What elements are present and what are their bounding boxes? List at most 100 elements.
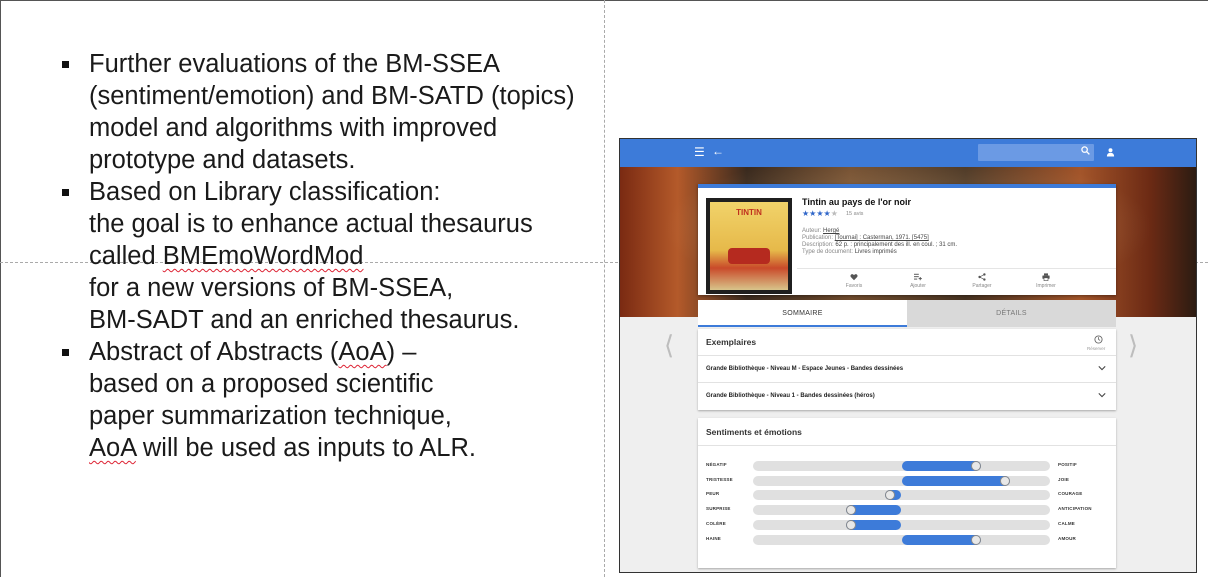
sentiment-left-label: NÉGATIF — [706, 462, 727, 467]
sentiment-left-label: HAINE — [706, 536, 722, 541]
panel-divider — [698, 445, 1116, 446]
bullet-line: called BMEmoWordMod — [89, 240, 660, 272]
playlist-add-icon — [914, 273, 922, 281]
bullet-line: Further evaluations of the BM-SSEA — [89, 48, 660, 80]
bullet-text: Further evaluations of the BM-SSEA — [89, 50, 501, 78]
cover-jeep — [728, 248, 770, 264]
bullet-text: paper summarization technique, — [89, 402, 452, 430]
sentiment-slider[interactable] — [753, 505, 1050, 515]
book-title[interactable]: Tintin au pays de l'or noir — [802, 197, 911, 207]
book-publication: Publication: [Tournai] : Casterman, 1971… — [802, 235, 929, 241]
smiley-icon[interactable] — [970, 461, 981, 471]
sentiment-right-label: AMOUR — [1058, 536, 1076, 541]
bullet-line: Abstract of Abstracts (AoA) – — [89, 336, 660, 368]
smiley-icon[interactable] — [884, 490, 895, 500]
star-icon: ★ — [823, 209, 831, 218]
smiley-icon[interactable] — [846, 505, 856, 515]
sentiment-slider[interactable] — [753, 461, 1050, 471]
chevron-down-icon[interactable] — [1098, 392, 1106, 398]
reserve-label[interactable]: Réserver — [1087, 346, 1105, 351]
sentiments-title: Sentiments et émotions — [706, 427, 802, 437]
sentiment-row: HAINE AMOUR — [698, 534, 1116, 546]
app-screenshot: ☰ ← TINTIN Tintin au pays de l'or noir ★… — [619, 138, 1197, 573]
star-icon: ★ — [816, 209, 824, 218]
book-card: TINTIN Tintin au pays de l'or noir ★★★★★… — [698, 184, 1116, 295]
cover-title: TINTIN — [736, 208, 762, 217]
tab-details[interactable]: DÉTAILS — [907, 300, 1116, 327]
sentiment-right-label: CALME — [1058, 521, 1075, 526]
user-icon[interactable] — [1106, 147, 1115, 157]
sentiment-left-label: PEUR — [706, 491, 720, 496]
bullet-line: Based on Library classification: — [89, 176, 660, 208]
book-doctype: Type de document: Livres imprimés — [802, 249, 897, 255]
bullet-line: based on a proposed scientific — [89, 368, 660, 400]
chevron-right-icon[interactable]: ⟩ — [1128, 332, 1138, 358]
bullet-line: model and algorithms with improved — [89, 112, 660, 144]
bullet-text: model and algorithms with improved — [89, 114, 498, 142]
exemplaires-panel: Exemplaires Réserver Grande Bibliothèque… — [698, 329, 1116, 410]
chevron-left-icon[interactable]: ⟨ — [664, 332, 674, 358]
bullet-item: Further evaluations of the BM-SSEA (senti… — [60, 48, 660, 176]
clock-icon[interactable] — [1094, 335, 1103, 344]
bullet-line: BM-SADT and an enriched thesaurus. — [89, 304, 660, 336]
sentiment-left-label: SURPRISE — [706, 506, 731, 511]
search-input[interactable] — [978, 144, 1094, 161]
card-divider — [797, 268, 1116, 269]
tab-bar: SOMMAIRE DÉTAILS — [698, 300, 1116, 327]
bullet-text: ) – — [386, 338, 417, 366]
exemplaire-location: Grande Bibliothèque - Niveau 1 - Bandes … — [706, 393, 875, 399]
app-topbar: ☰ ← — [620, 139, 1196, 167]
bullet-text: (sentiment/emotion) and BM-SATD (topics) — [89, 82, 575, 110]
share-button[interactable]: Partager — [952, 273, 1012, 289]
print-icon — [1042, 273, 1050, 281]
smiley-icon[interactable] — [846, 520, 856, 530]
back-arrow-icon[interactable]: ← — [712, 144, 724, 158]
sentiment-left-label: TRISTESSE — [706, 477, 733, 482]
star-icon: ★ — [830, 209, 838, 218]
sentiments-panel: Sentiments et émotions NÉGATIF POSITIF TRI… — [698, 418, 1116, 568]
chevron-down-icon[interactable] — [1098, 365, 1106, 371]
sentiment-right-label: JOIE — [1058, 477, 1070, 482]
sentiment-row: SURPRISE ANTICIPATION — [698, 504, 1116, 516]
sentiment-right-label: POSITIF — [1058, 462, 1077, 467]
exemplaires-title: Exemplaires — [706, 337, 757, 347]
sentiment-row: PEUR COURAGE — [698, 489, 1116, 501]
bullet-line: prototype and datasets. — [89, 144, 660, 176]
bullet-text: called — [89, 242, 163, 270]
bullet-text: the goal is to enhance actual thesaurus — [89, 210, 533, 238]
sentiment-slider[interactable] — [753, 490, 1050, 500]
exemplaire-row[interactable]: Grande Bibliothèque - Niveau M - Espace … — [698, 355, 1116, 382]
bullet-text: Abstract of Abstracts ( — [89, 338, 339, 366]
book-cover[interactable]: TINTIN — [706, 198, 792, 294]
add-button[interactable]: Ajouter — [888, 273, 948, 289]
tab-sommaire[interactable]: SOMMAIRE — [698, 300, 907, 327]
bullet-item: Based on Library classification: the goal… — [60, 176, 660, 336]
exemplaire-row[interactable]: Grande Bibliothèque - Niveau 1 - Bandes … — [698, 382, 1116, 409]
sentiment-right-label: ANTICIPATION — [1058, 506, 1092, 511]
sentiment-fill — [901, 476, 1011, 486]
sentiment-slider[interactable] — [753, 476, 1050, 486]
bullet-text: Based on Library classification: — [89, 178, 441, 206]
publication-link[interactable]: [Tournai] : Casterman, 1971. [5475] — [835, 235, 929, 241]
sentiment-fill — [901, 461, 981, 471]
smiley-icon[interactable] — [1000, 476, 1011, 486]
menu-icon[interactable]: ☰ — [694, 145, 705, 159]
exemplaire-location: Grande Bibliothèque - Niveau M - Espace … — [706, 366, 904, 372]
favorite-button[interactable]: Favoris — [824, 273, 884, 289]
sentiment-fill — [901, 535, 981, 545]
bullet-text: AoA — [338, 338, 387, 366]
bullet-line: for a new versions of BM-SSEA, — [89, 272, 660, 304]
sentiment-row: COLÈRE CALME — [698, 519, 1116, 531]
sentiment-slider[interactable] — [753, 520, 1050, 530]
sentiment-slider[interactable] — [753, 535, 1050, 545]
search-icon[interactable] — [1081, 146, 1090, 155]
bullet-text: for a new versions of BM-SSEA, — [89, 274, 454, 302]
bullet-text: BM-SADT and an enriched thesaurus. — [89, 306, 520, 334]
star-rating[interactable]: ★★★★★ — [802, 209, 838, 218]
print-button[interactable]: Imprimer — [1016, 273, 1076, 289]
sentiment-row: TRISTESSE JOIE — [698, 475, 1116, 487]
bullet-text: will be used as inputs to ALR. — [135, 434, 476, 462]
author-link[interactable]: Hergé — [823, 228, 839, 234]
bullet-text: AoA — [89, 434, 136, 462]
smiley-icon[interactable] — [970, 535, 981, 545]
